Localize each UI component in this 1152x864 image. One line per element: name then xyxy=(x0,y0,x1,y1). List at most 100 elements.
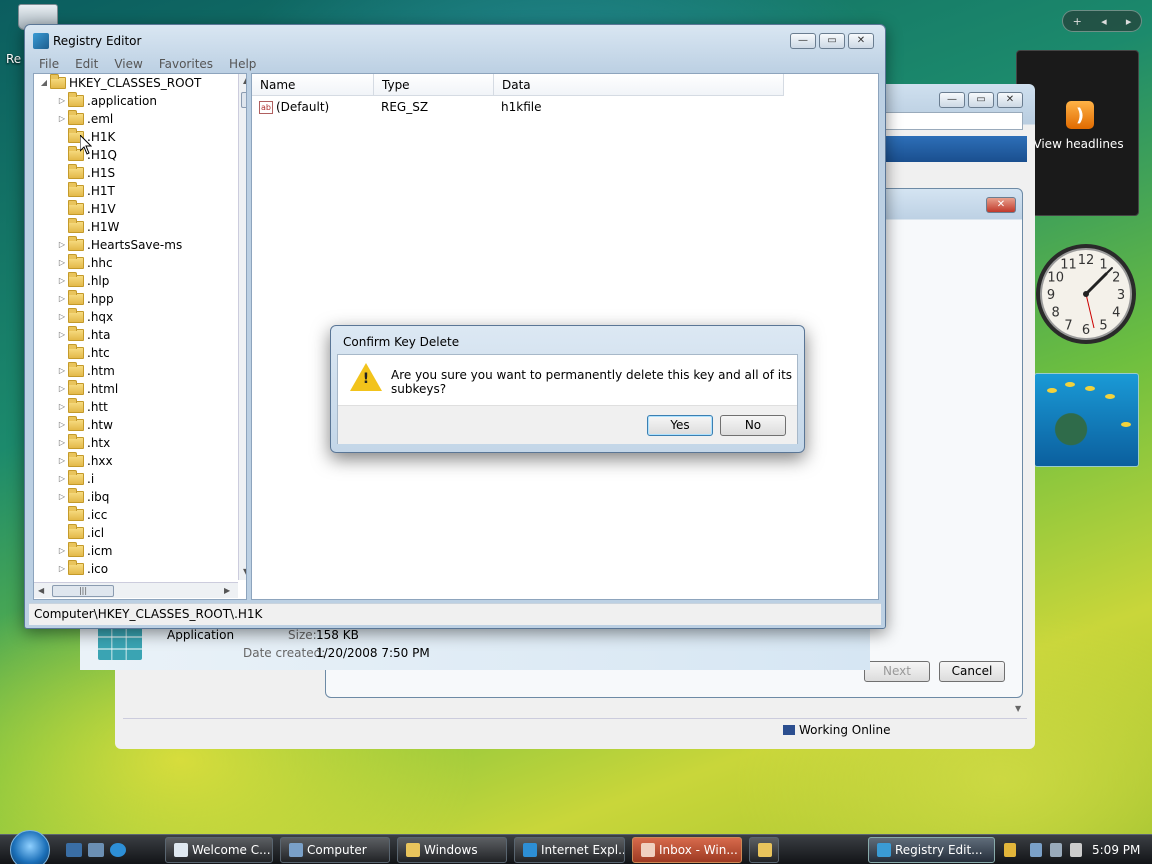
scroll-thumb[interactable] xyxy=(241,92,246,108)
cancel-button[interactable]: Cancel xyxy=(939,661,1005,682)
yes-button[interactable]: Yes xyxy=(647,415,713,436)
expand-triangle-icon[interactable]: ▷ xyxy=(56,236,68,254)
tree-item[interactable]: ▷ .ibq xyxy=(56,488,109,506)
tree-item[interactable]: .htc xyxy=(56,344,110,362)
menu-favorites[interactable]: Favorites xyxy=(151,55,221,73)
expand-triangle-icon[interactable]: ▷ xyxy=(56,92,68,110)
next-gadget-button[interactable]: ▸ xyxy=(1126,15,1132,28)
expand-triangle-icon[interactable]: ▷ xyxy=(56,272,68,290)
tree-item[interactable]: ▷ .HeartsSave-ms xyxy=(56,236,182,254)
previous-gadget-button[interactable]: ◂ xyxy=(1101,15,1107,28)
next-button[interactable]: Next xyxy=(864,661,930,682)
tree-item[interactable]: ▷ .html xyxy=(56,380,118,398)
taskbar-button-inbox[interactable]: Inbox - Win... xyxy=(632,837,742,863)
scroll-down-arrow[interactable]: ▼ xyxy=(243,567,246,576)
tree-item[interactable]: ▷ .ico xyxy=(56,560,108,578)
internet-explorer-icon[interactable] xyxy=(110,843,126,857)
column-header-name[interactable]: Name xyxy=(252,74,374,96)
security-shield-icon[interactable] xyxy=(1004,843,1016,857)
switch-windows-icon[interactable] xyxy=(88,843,104,857)
network-tray-icon[interactable] xyxy=(1030,843,1042,857)
column-header-data[interactable]: Data xyxy=(494,74,784,96)
tree-item[interactable]: ▷ .hpp xyxy=(56,290,114,308)
tree-item[interactable]: ▷ .htt xyxy=(56,398,108,416)
network-status-icon[interactable] xyxy=(1050,843,1062,857)
expand-triangle-icon[interactable]: ▷ xyxy=(56,488,68,506)
tree-item[interactable]: ▷ .hlp xyxy=(56,272,109,290)
expand-triangle-icon[interactable]: ▷ xyxy=(56,362,68,380)
tree-item[interactable]: ▷ .i xyxy=(56,470,94,488)
taskbar-button-registry-editor[interactable]: Registry Edit... xyxy=(868,837,995,863)
tree-root[interactable]: ◢ HKEY_CLASSES_ROOT xyxy=(38,74,201,92)
menu-edit[interactable]: Edit xyxy=(67,55,106,73)
taskbar-button-file-explorer[interactable] xyxy=(749,837,779,863)
taskbar-button-computer[interactable]: Computer xyxy=(280,837,390,863)
tree-item[interactable]: .H1W xyxy=(56,218,119,236)
scroll-down-arrow[interactable]: ▼ xyxy=(1015,704,1021,713)
tree-item[interactable]: ▷ .application xyxy=(56,92,157,110)
tree-item[interactable]: ▷ .eml xyxy=(56,110,113,128)
tree-item[interactable]: ▷ .htw xyxy=(56,416,113,434)
no-button[interactable]: No xyxy=(720,415,786,436)
search-input[interactable] xyxy=(885,112,1023,130)
tree-item[interactable]: ▷ .hxx xyxy=(56,452,113,470)
maximize-button[interactable]: ▭ xyxy=(968,92,994,108)
tree-horizontal-scrollbar[interactable]: ◀ ||| ▶ xyxy=(34,582,238,598)
scroll-right-arrow[interactable]: ▶ xyxy=(224,586,230,595)
tree-item[interactable]: ▷ .hta xyxy=(56,326,110,344)
menu-file[interactable]: File xyxy=(31,55,67,73)
tree-item[interactable]: .H1V xyxy=(56,200,116,218)
tree-item[interactable]: ▷ .hqx xyxy=(56,308,113,326)
scroll-thumb[interactable]: ||| xyxy=(52,585,114,597)
key-tree[interactable]: ◢ HKEY_CLASSES_ROOT ▷ .application ▷ .eml .H… xyxy=(33,73,247,600)
close-button[interactable]: ✕ xyxy=(997,92,1023,108)
column-header-type[interactable]: Type xyxy=(374,74,494,96)
tree-item[interactable]: .icl xyxy=(56,524,104,542)
expand-triangle-icon[interactable]: ▷ xyxy=(56,434,68,452)
expand-triangle-icon[interactable]: ▷ xyxy=(56,398,68,416)
minimize-button[interactable]: — xyxy=(790,33,816,49)
expand-triangle-icon[interactable]: ▷ xyxy=(56,470,68,488)
tree-item[interactable]: .H1S xyxy=(56,164,115,182)
tree-item[interactable]: .icc xyxy=(56,506,107,524)
tree-item[interactable]: ▷ .hhc xyxy=(56,254,113,272)
close-button[interactable]: ✕ xyxy=(986,197,1016,213)
taskbar-button-windows[interactable]: Windows xyxy=(397,837,507,863)
expand-triangle-icon[interactable]: ▷ xyxy=(56,326,68,344)
expand-triangle-icon[interactable]: ▷ xyxy=(56,308,68,326)
expand-triangle-icon[interactable]: ▷ xyxy=(56,542,68,560)
close-button[interactable]: ✕ xyxy=(848,33,874,49)
tree-vertical-scrollbar[interactable]: ▲ ▼ xyxy=(238,74,246,580)
start-button[interactable] xyxy=(10,830,50,864)
maximize-button[interactable]: ▭ xyxy=(819,33,845,49)
expand-triangle-icon[interactable]: ▷ xyxy=(56,452,68,470)
scroll-up-arrow[interactable]: ▲ xyxy=(243,76,246,85)
clock-time[interactable]: 5:09 PM xyxy=(1092,843,1140,857)
menu-view[interactable]: View xyxy=(106,55,150,73)
expand-triangle-icon[interactable]: ▷ xyxy=(56,416,68,434)
volume-icon[interactable] xyxy=(1070,843,1082,857)
scroll-left-arrow[interactable]: ◀ xyxy=(38,586,44,595)
show-desktop-icon[interactable] xyxy=(66,843,82,857)
clock-gadget[interactable]: 12 1 2 3 4 5 6 7 8 9 10 11 xyxy=(1034,232,1138,356)
expand-triangle-icon[interactable]: ▷ xyxy=(56,380,68,398)
title-bar[interactable]: Registry Editor — ▭ ✕ xyxy=(25,25,885,55)
expand-triangle-icon[interactable]: ▷ xyxy=(56,254,68,272)
slideshow-gadget[interactable] xyxy=(1034,373,1139,467)
minimize-button[interactable]: — xyxy=(939,92,965,108)
collapse-triangle-icon[interactable]: ◢ xyxy=(38,74,50,92)
taskbar-button-welcome-center[interactable]: Welcome C... xyxy=(165,837,273,863)
expand-triangle-icon[interactable]: ▷ xyxy=(56,110,68,128)
menu-help[interactable]: Help xyxy=(221,55,264,73)
tree-item[interactable]: ▷ .htm xyxy=(56,362,115,380)
add-gadget-button[interactable]: + xyxy=(1073,15,1082,28)
tree-item[interactable]: ▷ .htx xyxy=(56,434,110,452)
tree-item[interactable]: .H1T xyxy=(56,182,115,200)
taskbar-button-internet-explorer[interactable]: Internet Expl... xyxy=(514,837,625,863)
tree-item[interactable]: ▷ .icm xyxy=(56,542,112,560)
confirm-key-delete-dialog[interactable]: Confirm Key Delete ! Are you sure you wa… xyxy=(330,325,805,453)
value-name-cell[interactable]: ab (Default) xyxy=(259,98,329,116)
tree-item-label: .H1T xyxy=(87,184,115,198)
expand-triangle-icon[interactable]: ▷ xyxy=(56,290,68,308)
expand-triangle-icon[interactable]: ▷ xyxy=(56,560,68,578)
